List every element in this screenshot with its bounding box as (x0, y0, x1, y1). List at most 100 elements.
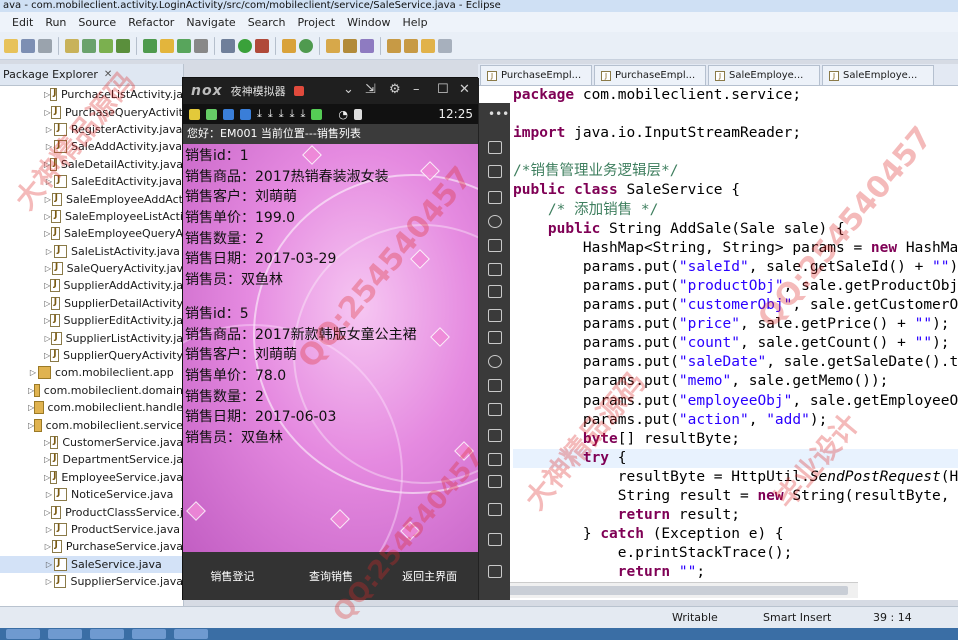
menu-item[interactable]: Edit (6, 16, 39, 29)
tree-file[interactable]: ▷ RegisterActivity.java (0, 121, 183, 138)
editor-tab[interactable]: J SaleEmploye... (822, 65, 934, 85)
print-icon[interactable] (38, 38, 52, 53)
taskbar-item[interactable] (90, 629, 124, 639)
tree-file[interactable]: ▷SupplierQueryActivity (0, 347, 183, 364)
java-class-icon[interactable] (177, 38, 191, 53)
checkbox-icon[interactable] (143, 38, 157, 53)
tree-file[interactable]: ▷ SupplierListActivity.ja (0, 329, 183, 346)
debug-icon[interactable] (221, 38, 235, 53)
tree-file[interactable]: ▷ SaleListActivity.java (0, 243, 183, 260)
back-icon[interactable] (488, 503, 502, 516)
fullscreen-icon[interactable] (488, 263, 502, 276)
tree-package[interactable]: ▷ com.mobileclient.handle (0, 399, 183, 416)
script-icon[interactable] (488, 429, 502, 442)
new-icon[interactable] (4, 38, 18, 53)
taskbar-item[interactable] (132, 629, 166, 639)
new-java-package-icon[interactable] (282, 38, 296, 53)
run-icon[interactable] (238, 38, 252, 53)
tree-file[interactable]: ▷CustomerService.java (0, 434, 183, 451)
pin-icon[interactable]: ⇲ (365, 82, 376, 97)
back-icon[interactable] (421, 38, 435, 53)
location-icon[interactable] (488, 215, 502, 228)
screenshot-icon[interactable] (488, 331, 502, 344)
share-icon[interactable] (488, 475, 502, 488)
menu-item[interactable]: Window (341, 16, 396, 29)
menu-item[interactable]: Project (291, 16, 341, 29)
tree-file[interactable]: ▷DepartmentService.ja (0, 451, 183, 468)
add-sale-button[interactable]: 销售登记 (183, 552, 282, 600)
external-tools-icon[interactable] (255, 38, 269, 53)
screen-rotate-icon[interactable] (488, 141, 502, 154)
tree-file[interactable]: ▷SupplierEditActivity.ja (0, 312, 183, 329)
tree-package[interactable]: ▷ com.mobileclient.app (0, 364, 183, 381)
tree-file[interactable]: ▷ SaleEmployeeAddAct (0, 190, 183, 207)
tree-file[interactable]: ▷ ProductService.java (0, 521, 183, 538)
tree-file[interactable]: ▷ SaleEmployeeQueryA (0, 225, 183, 242)
open-type-icon[interactable] (326, 38, 340, 53)
robot-icon[interactable] (488, 165, 502, 178)
menu-item[interactable]: Run (39, 16, 72, 29)
editor-tab[interactable]: J PurchaseEmpl... (594, 65, 706, 85)
android-sdk-icon[interactable] (99, 38, 113, 53)
expand-arrow-icon[interactable]: ▷ (28, 368, 38, 377)
tree-file[interactable]: ▷ NoticeService.java (0, 486, 183, 503)
volume-down-icon[interactable] (488, 309, 502, 322)
keyboard-icon[interactable] (488, 239, 502, 252)
menu-item[interactable]: Search (242, 16, 292, 29)
back-to-main-button[interactable]: 返回主界面 (380, 552, 479, 600)
tree-file[interactable]: ▷SaleDetailActivity.java (0, 156, 183, 173)
tree-file[interactable]: ▷SupplierAddActivity.ja (0, 277, 183, 294)
tree-file[interactable]: ▷EmployeeService.java (0, 469, 183, 486)
skip-breakpoints-icon[interactable] (65, 38, 79, 53)
minimize-icon[interactable]: – (413, 82, 420, 97)
tree-file[interactable]: ▷ SupplierDetailActivity (0, 295, 183, 312)
search-icon[interactable] (194, 38, 208, 53)
gear-icon[interactable]: ⚙ (389, 82, 401, 97)
menu-item[interactable]: Source (72, 16, 122, 29)
tree-file[interactable]: ▷ SaleAddActivity.java (0, 138, 183, 155)
editor-tab[interactable]: J PurchaseEmpl... (480, 65, 592, 85)
package-explorer-header[interactable]: Package Explorer ✕ (0, 64, 183, 86)
editor-tab[interactable]: J SaleEmploye... (708, 65, 820, 85)
next-annotation-icon[interactable] (387, 38, 401, 53)
multi-instance-icon[interactable] (488, 403, 502, 416)
tree-file[interactable]: ▷ SaleService.java (0, 555, 183, 573)
shake-icon[interactable] (488, 355, 502, 368)
tree-file[interactable]: ▷ SaleQueryActivity.jav (0, 260, 183, 277)
sale-record[interactable]: 销售id：5 销售商品：2017新款韩版女童公主裙 销售客户：刘萌萌 销售单价：78.… (185, 304, 417, 449)
horizontal-scrollbar[interactable] (478, 582, 858, 598)
new-class-icon[interactable] (299, 38, 313, 53)
menu-item[interactable]: Navigate (180, 16, 241, 29)
sale-record[interactable]: 销售id：1 销售商品：2017热销春装淑女装 销售客户：刘萌萌 销售单价：199.0… (185, 146, 389, 291)
tree-package[interactable]: ▷ com.mobileclient.service (0, 416, 183, 433)
taskbar-item[interactable] (48, 629, 82, 639)
home-icon[interactable] (488, 533, 502, 546)
menu-item[interactable]: Refactor (122, 16, 180, 29)
sale-list[interactable]: 销售id：1 销售商品：2017热销春装淑女装 销售客户：刘萌萌 销售单价：199.0… (183, 144, 479, 552)
tree-package[interactable]: ▷ com.mobileclient.domain (0, 382, 183, 399)
notification-icon[interactable] (293, 86, 304, 96)
save-icon[interactable] (21, 38, 35, 53)
record-icon[interactable] (488, 379, 502, 392)
tree-file[interactable]: ▷ SupplierService.java (0, 573, 183, 590)
open-folder-icon[interactable] (160, 38, 174, 53)
task-icon[interactable] (360, 38, 374, 53)
taskbar-item[interactable] (174, 629, 208, 639)
forward-icon[interactable] (438, 38, 452, 53)
close-icon[interactable]: ✕ (459, 82, 470, 97)
avd-manager-icon[interactable] (116, 38, 130, 53)
add-apk-icon[interactable] (488, 191, 502, 204)
maximize-icon[interactable]: ☐ (437, 82, 449, 97)
tree-file[interactable]: ▷ ProductClassService.j (0, 503, 183, 520)
tree-file[interactable]: ▷ SaleEmployeeListActi (0, 208, 183, 225)
tree-file[interactable]: ▷ SaleEditActivity.java (0, 173, 183, 190)
scrollbar-thumb[interactable] (508, 586, 848, 595)
build-icon[interactable] (82, 38, 96, 53)
volume-up-icon[interactable] (488, 285, 502, 298)
recent-apps-icon[interactable] (488, 565, 502, 578)
menu-item[interactable]: Help (397, 16, 434, 29)
tree-file[interactable]: ▷ PurchaseQueryActivit (0, 103, 183, 120)
taskbar-item[interactable] (6, 629, 40, 639)
close-icon[interactable]: ✕ (104, 69, 112, 80)
pen-icon[interactable] (343, 38, 357, 53)
